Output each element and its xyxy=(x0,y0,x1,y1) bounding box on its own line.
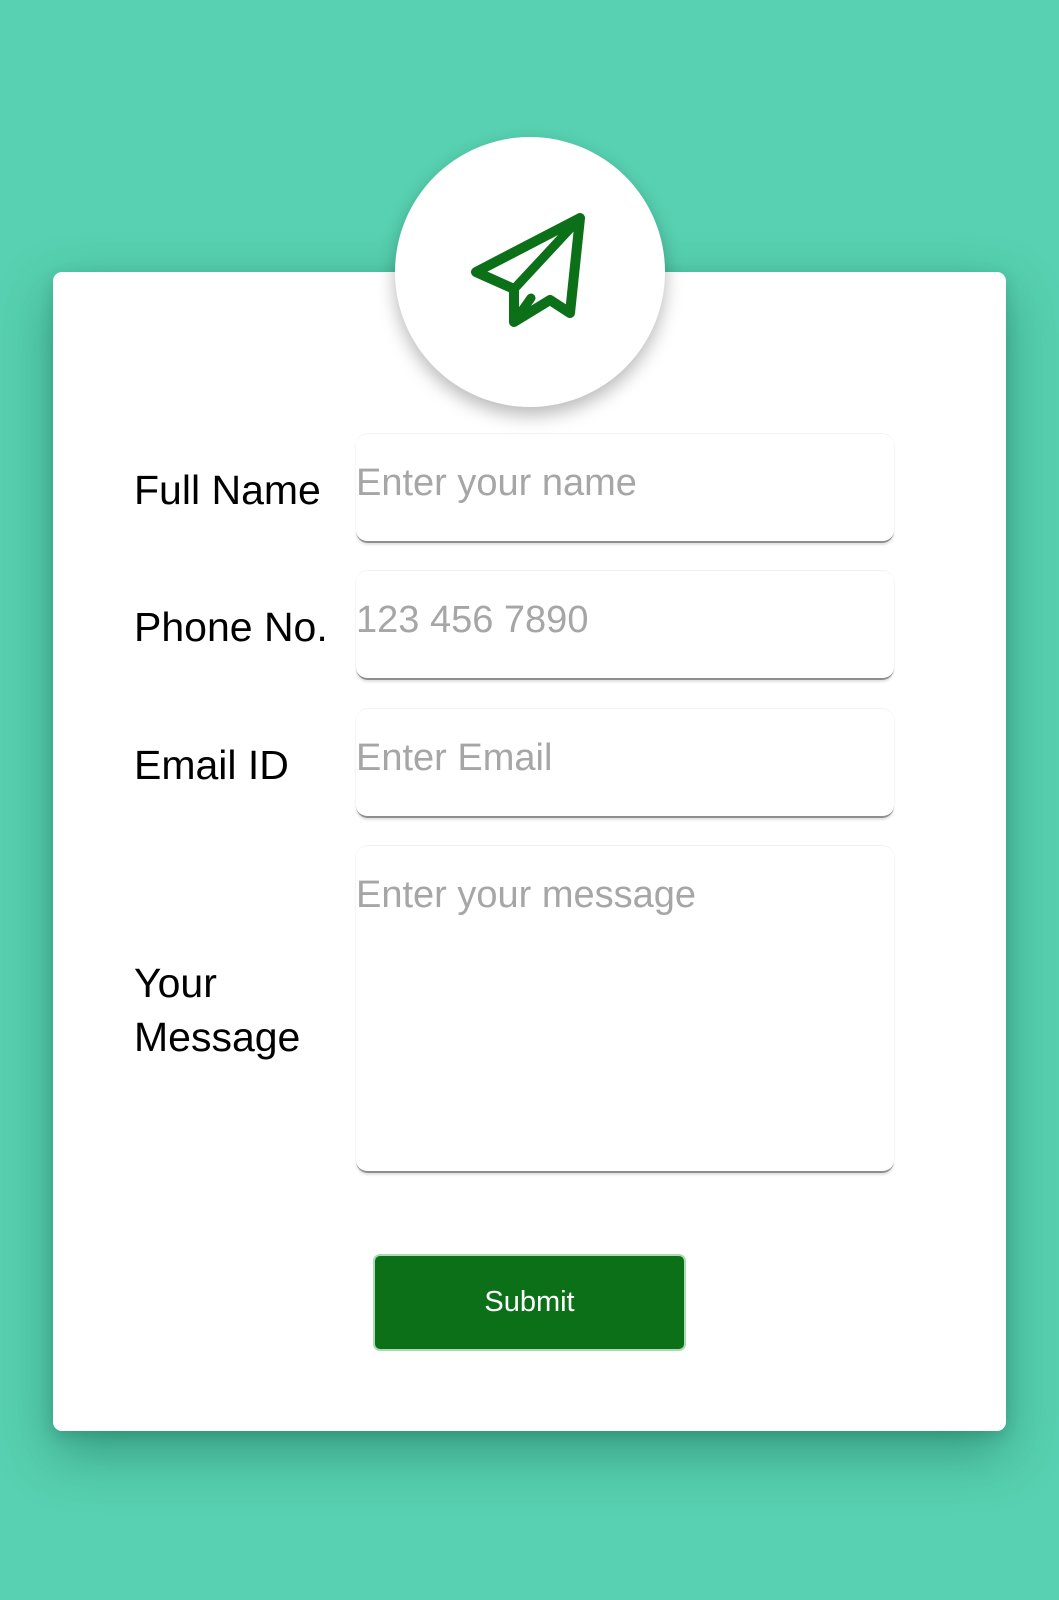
email-label: Email ID xyxy=(134,742,289,788)
full-name-input[interactable] xyxy=(356,433,894,543)
icon-badge xyxy=(395,137,665,407)
phone-input[interactable] xyxy=(356,570,894,680)
message-label: Your Message xyxy=(134,960,301,1060)
phone-label: Phone No. xyxy=(134,604,328,650)
full-name-label: Full Name xyxy=(134,467,321,513)
email-input[interactable] xyxy=(356,708,894,818)
message-textarea[interactable] xyxy=(356,845,894,1173)
paper-plane-icon xyxy=(471,213,585,327)
submit-button[interactable]: Submit xyxy=(373,1254,686,1351)
